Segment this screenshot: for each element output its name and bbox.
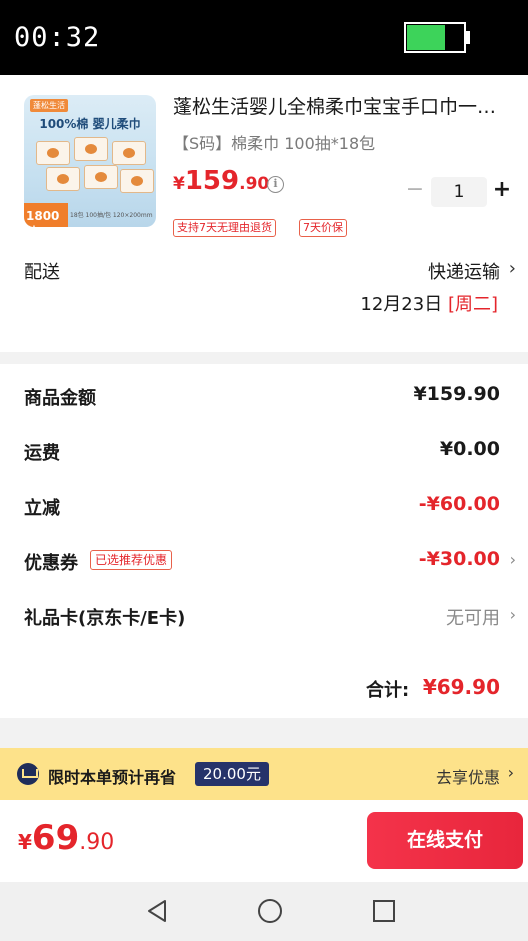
discount-label: 立减 [24, 498, 60, 519]
pack-illustration [112, 141, 146, 165]
delivery-date-text: 12月23日 [360, 294, 443, 315]
thumbnail-spec: 18包 100抽/包 120×200mm [70, 212, 153, 219]
total-decimal: .90 [79, 830, 115, 855]
quantity-increase-button[interactable]: + [490, 178, 514, 202]
shipping-label: 运费 [24, 443, 60, 464]
battery-nub [466, 31, 470, 44]
pack-illustration [46, 167, 80, 191]
promo-amount: 20.00元 [195, 762, 269, 786]
thumbnail-badge: 1800抽 [24, 203, 68, 227]
coupon-recommended-tag: 已选推荐优惠 [90, 550, 173, 570]
product-spec[interactable]: 【S码】棉柔巾 100抽*18包 [173, 130, 375, 154]
chevron-right-icon[interactable]: › [510, 605, 516, 624]
product-thumbnail[interactable]: 蓬松生活 100%棉 婴儿柔巾 1800抽 18包 100抽/包 120×200… [24, 95, 156, 227]
giftcard-value[interactable]: 无可用 [446, 604, 500, 630]
thumbnail-brand: 蓬松生活 [30, 99, 68, 112]
price-protection-tag: 7天价保 [299, 219, 347, 237]
recent-apps-icon[interactable] [373, 900, 395, 922]
total-value: ¥69.90 [422, 675, 500, 699]
cost-summary-card [0, 364, 528, 718]
quantity-input[interactable]: 1 [431, 177, 487, 207]
delivery-date[interactable]: 12月23日 [周二] [360, 290, 498, 316]
total-label: 合计: [366, 680, 410, 701]
total-currency: ¥ [18, 830, 32, 854]
delivery-weekday: [周二] [447, 294, 498, 315]
checkout-total: ¥69.90 [18, 818, 114, 858]
back-icon[interactable] [144, 898, 170, 924]
battery-fill [407, 25, 445, 50]
price-integer: 159 [184, 166, 240, 196]
price-currency: ¥ [173, 174, 185, 194]
home-icon[interactable] [258, 899, 282, 923]
quantity-decrease-button[interactable]: − [403, 178, 427, 202]
total-integer: 69 [31, 818, 80, 858]
product-title[interactable]: 蓬松生活婴儿全棉柔巾宝宝手口巾一… [173, 92, 513, 119]
battery-icon [404, 22, 466, 53]
discount-value: -¥60.00 [418, 493, 500, 515]
delivery-method[interactable]: 快递运输 [428, 258, 500, 284]
subtotal-value: ¥159.90 [413, 383, 500, 405]
chevron-right-icon[interactable]: › [508, 763, 514, 782]
smile-icon [17, 763, 39, 785]
promo-text: 限时本单预计再省 [48, 768, 177, 787]
status-time: 00:32 [14, 22, 101, 53]
pack-illustration [84, 165, 118, 189]
return-policy-tag: 支持7天无理由退货 [173, 219, 276, 237]
coupon-label[interactable]: 优惠券 [24, 549, 78, 575]
product-price: ¥159.90 [173, 166, 269, 196]
chevron-right-icon[interactable]: › [509, 258, 516, 279]
pack-illustration [74, 137, 108, 161]
pack-illustration [120, 169, 154, 193]
pay-online-button[interactable]: 在线支付 [367, 812, 523, 869]
pack-illustration [36, 141, 70, 165]
giftcard-label[interactable]: 礼品卡(京东卡/E卡) [24, 604, 185, 630]
price-decimal: .90 [239, 174, 270, 194]
subtotal-label: 商品金额 [24, 388, 96, 409]
info-icon[interactable]: i [267, 176, 284, 193]
delivery-label: 配送 [24, 262, 60, 283]
promo-action-link[interactable]: 去享优惠 [436, 764, 500, 788]
shipping-value: ¥0.00 [439, 438, 500, 460]
thumbnail-headline: 100%棉 婴儿柔巾 [39, 117, 141, 131]
coupon-value[interactable]: -¥30.00 [419, 548, 500, 570]
chevron-right-icon[interactable]: › [510, 550, 516, 569]
